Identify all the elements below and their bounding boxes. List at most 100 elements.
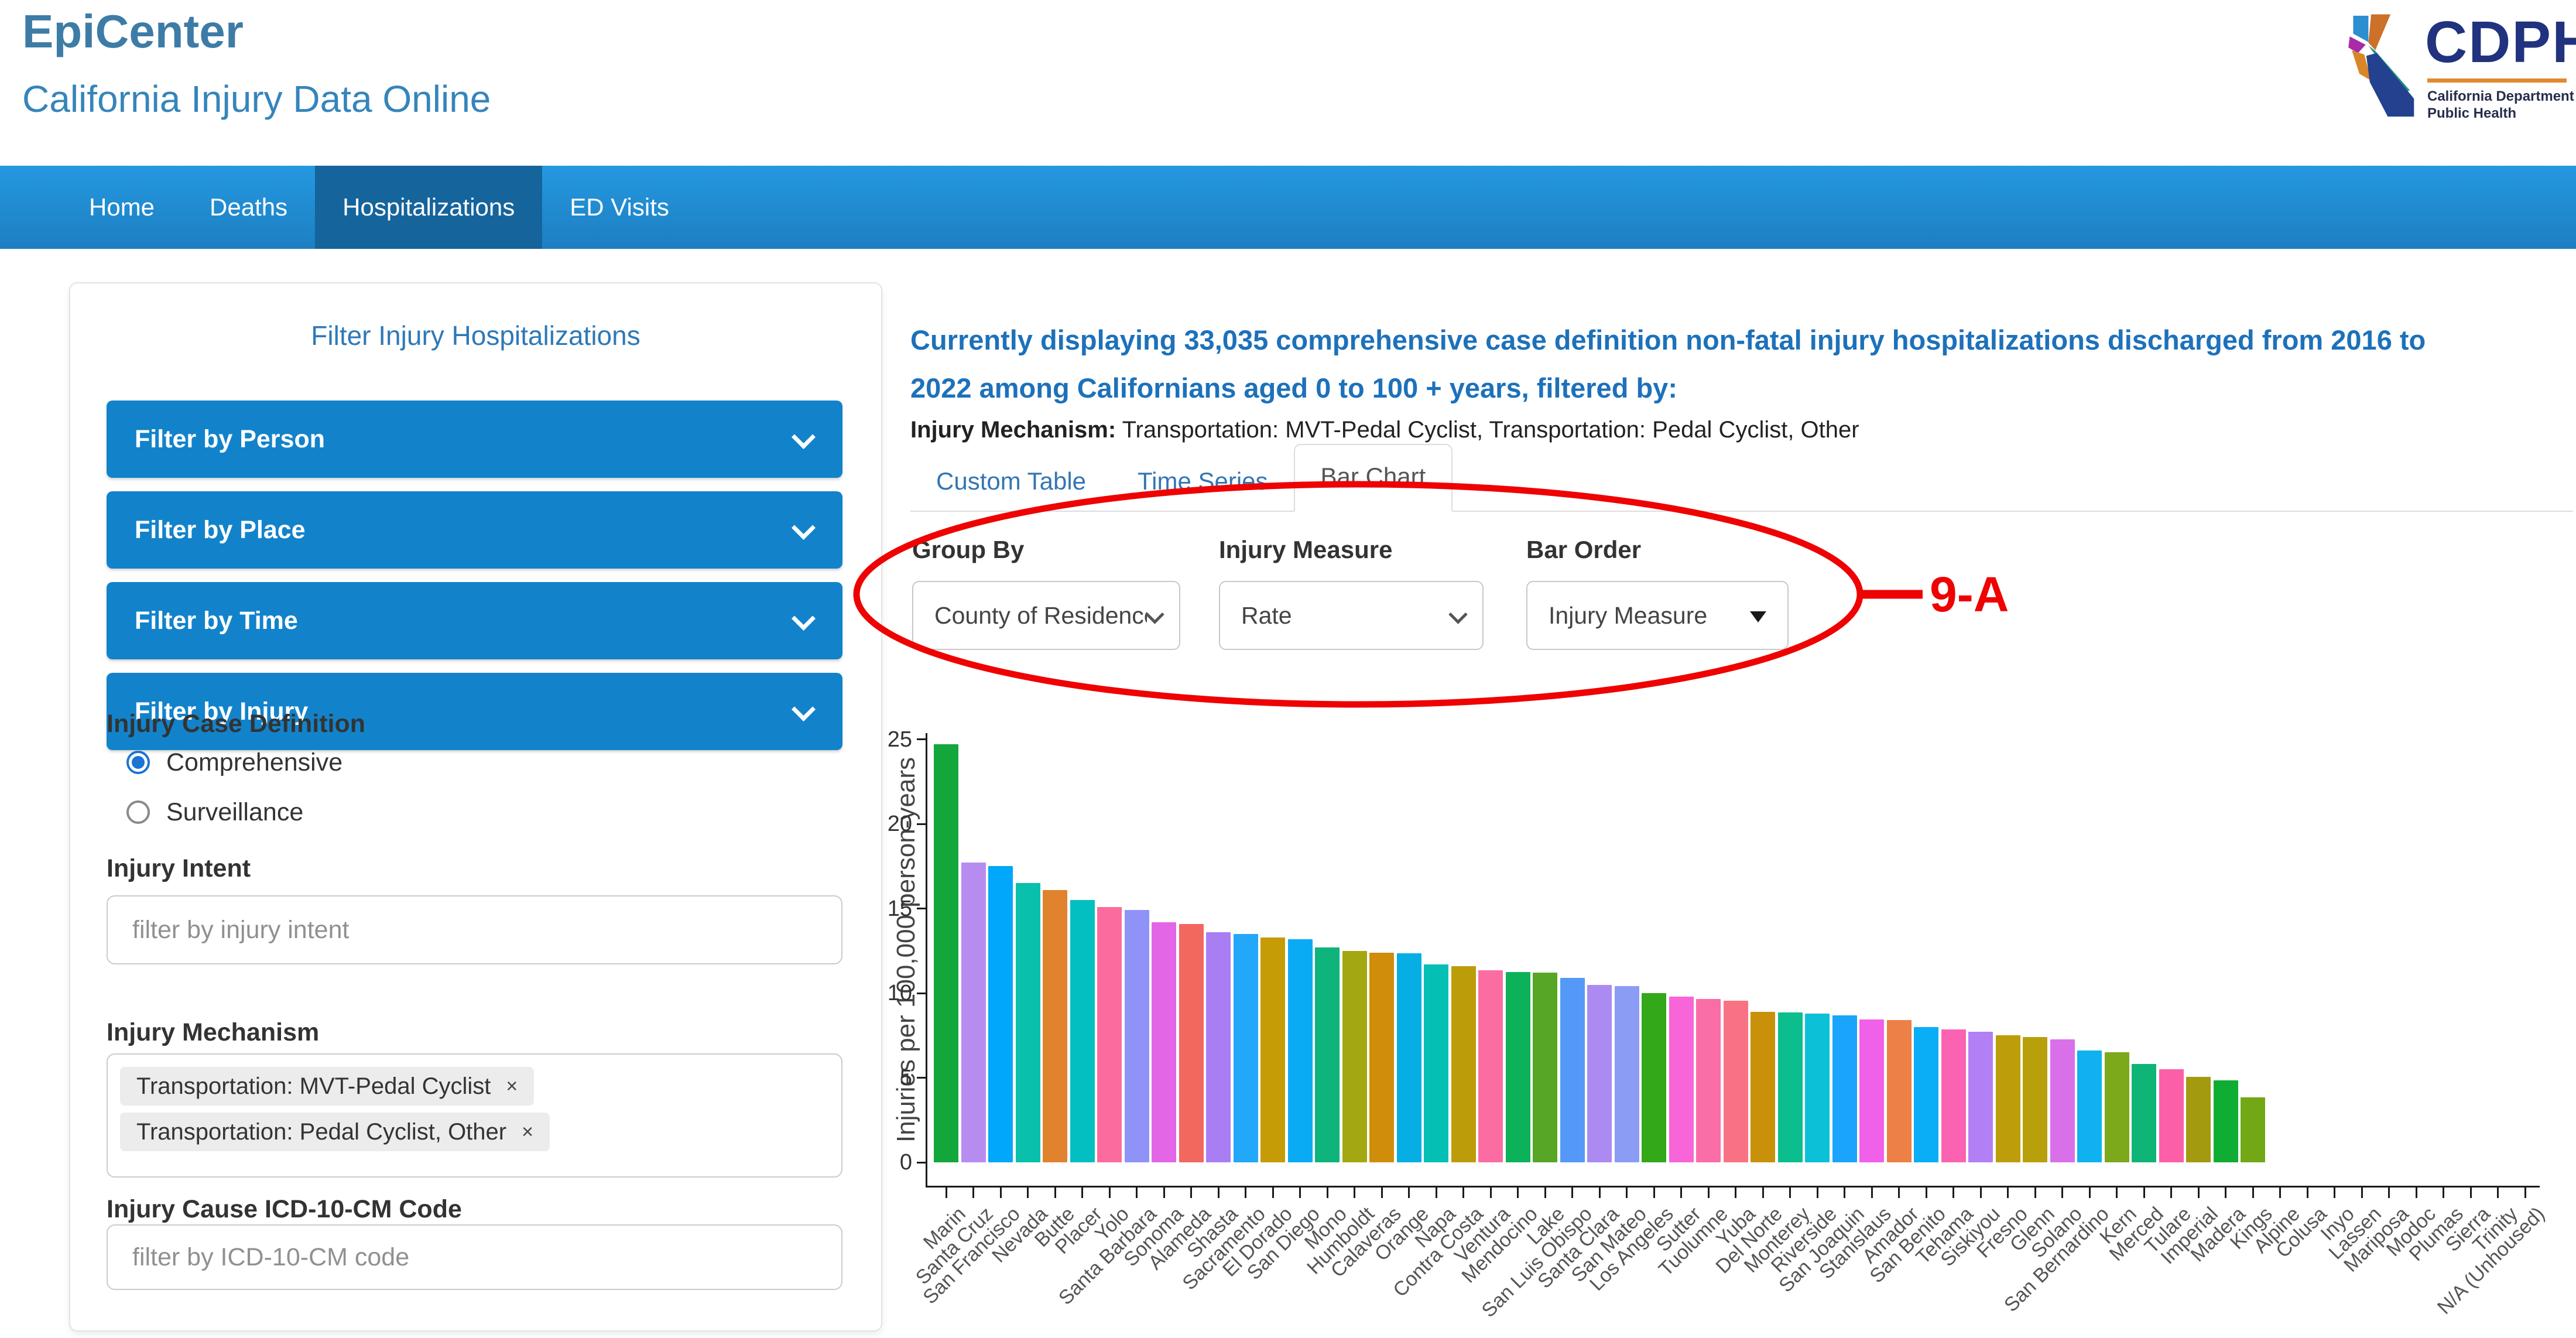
x-tick [1653,1188,1655,1198]
chevron-down-icon [792,425,816,449]
annotation-ellipse [857,484,1860,704]
bar-lake[interactable] [1533,973,1557,1162]
filter-panel: Filter Injury Hospitalizations Filter by… [69,282,882,1332]
bar-yolo[interactable] [1097,907,1122,1162]
bar-marin[interactable] [934,744,958,1162]
icd-code-input[interactable] [107,1224,842,1290]
app-title: EpiCenter [22,5,244,59]
x-tick [2497,1188,2499,1198]
bar-san-bernardino[interactable] [2077,1050,2102,1162]
bar-tulare[interactable] [2159,1069,2184,1162]
nav-item-hospitalizations[interactable]: Hospitalizations [315,166,542,249]
bar-san-mateo[interactable] [1615,986,1639,1162]
bar-merced[interactable] [2132,1064,2156,1162]
chip-remove-icon[interactable]: × [522,1121,533,1144]
bar-contra-costa[interactable] [1451,966,1476,1162]
bar-orange[interactable] [1397,953,1421,1162]
injury-intent-label: Injury Intent [107,854,251,883]
x-axis-line [926,1186,2540,1188]
y-tick [917,738,926,740]
x-tick [2225,1188,2226,1198]
bar-fresno[interactable] [1996,1035,2020,1162]
bar-tehama[interactable] [1941,1029,1966,1162]
bar-stanislaus[interactable] [1859,1019,1884,1162]
bar-siskiyou[interactable] [1968,1032,1993,1162]
x-tick [1436,1188,1437,1198]
x-tick [2007,1188,2009,1198]
x-tick [1381,1188,1383,1198]
y-tick-label: 20 [813,812,912,837]
bar-sutter[interactable] [1669,997,1694,1162]
x-tick [2416,1188,2417,1198]
bar-humboldt[interactable] [1342,951,1367,1162]
bar-alameda[interactable] [1179,924,1204,1162]
bar-yuba[interactable] [1724,1001,1748,1162]
x-tick [1898,1188,1900,1198]
bar-ventura[interactable] [1478,970,1503,1162]
bar-butte[interactable] [1043,890,1067,1162]
bar-nevada[interactable] [1016,883,1040,1162]
bar-sacramento[interactable] [1234,934,1258,1162]
bar-amador[interactable] [1887,1020,1912,1162]
x-tick [1708,1188,1710,1198]
bar-tuolumne[interactable] [1696,999,1721,1162]
bar-placer[interactable] [1070,900,1095,1162]
nav-item-deaths[interactable]: Deaths [182,166,315,249]
bar-los-angeles[interactable] [1642,993,1666,1162]
injury-intent-input[interactable] [107,895,842,964]
accordion-label: Filter by Time [135,582,298,659]
radio-surveillance[interactable]: Surveillance [126,795,303,830]
x-tick [1354,1188,1355,1198]
bar-madera[interactable] [2214,1080,2238,1162]
x-tick [972,1188,974,1198]
bar-imperial[interactable] [2186,1077,2211,1162]
mechanism-chip: Transportation: Pedal Cyclist, Other × [120,1113,550,1151]
bar-napa[interactable] [1424,964,1448,1162]
nav-item-ed-visits[interactable]: ED Visits [542,166,697,249]
bar-san-benito[interactable] [1914,1027,1938,1162]
bar-santa-cruz[interactable] [961,863,986,1162]
bar-santa-clara[interactable] [1587,985,1612,1162]
bar-del-norte[interactable] [1751,1012,1775,1162]
chip-remove-icon[interactable]: × [506,1075,518,1098]
x-tick [1000,1188,1002,1198]
accordion-filter-by-time[interactable]: Filter by Time [107,582,842,659]
accordion-filter-by-person[interactable]: Filter by Person [107,401,842,478]
x-tick [1054,1188,1056,1198]
bar-kings[interactable] [2241,1097,2265,1162]
x-tick [2307,1188,2308,1198]
radio-comprehensive[interactable]: Comprehensive [126,745,342,780]
bar-mendocino[interactable] [1506,972,1530,1162]
radio-selected-icon[interactable] [126,751,150,774]
x-tick [1544,1188,1546,1198]
nav-item-home[interactable]: Home [61,166,182,249]
bar-glenn[interactable] [2023,1037,2047,1162]
bar-el-dorado[interactable] [1260,937,1285,1162]
x-tick [1027,1188,1029,1198]
y-tick-label: 10 [813,981,912,1006]
bar-monterey[interactable] [1778,1012,1803,1162]
x-tick [1299,1188,1301,1198]
bar-calaveras[interactable] [1369,953,1394,1162]
bar-san-joaquin[interactable] [1832,1015,1857,1162]
y-tick [917,1162,926,1164]
x-tick [1789,1188,1791,1198]
bar-santa-barbara[interactable] [1125,910,1149,1162]
accordion-filter-by-place[interactable]: Filter by Place [107,491,842,569]
bar-san-luis-obispo[interactable] [1560,978,1585,1162]
x-tick [2089,1188,2091,1198]
bar-riverside[interactable] [1805,1014,1830,1162]
x-tick [1462,1188,1464,1198]
accordion-label: Filter by Person [135,401,325,478]
x-tick [2443,1188,2444,1198]
bar-mono[interactable] [1315,947,1340,1162]
bar-san-francisco[interactable] [988,866,1013,1162]
bar-shasta[interactable] [1206,932,1231,1162]
y-tick-label: 15 [813,896,912,922]
bar-sonoma[interactable] [1152,922,1176,1162]
chip-text: Transportation: Pedal Cyclist, Other [136,1119,506,1145]
bar-solano[interactable] [2050,1039,2075,1162]
bar-san-diego[interactable] [1288,939,1313,1162]
radio-unselected-icon[interactable] [126,800,150,824]
bar-kern[interactable] [2105,1052,2129,1162]
